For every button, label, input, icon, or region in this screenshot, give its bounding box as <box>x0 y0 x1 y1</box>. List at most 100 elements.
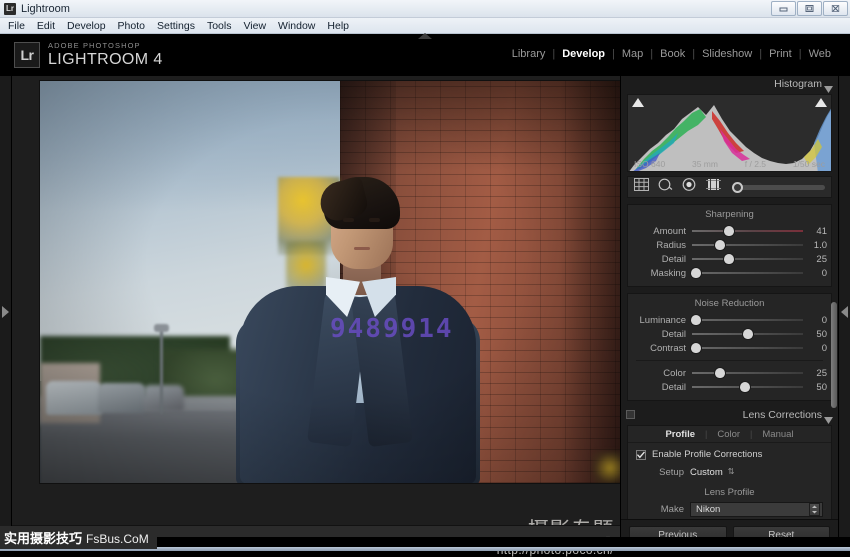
module-web[interactable]: Web <box>802 48 838 60</box>
combo-stepper-icon[interactable] <box>809 502 820 516</box>
photo-frame[interactable] <box>40 81 632 483</box>
lens-corrections-panel-header[interactable]: Lens Corrections <box>621 407 838 424</box>
slider-knob[interactable] <box>691 315 702 325</box>
right-panel-scroll-area[interactable]: Histogram ISO 640 35 mm f / 2.5 1/50 sec… <box>621 76 838 519</box>
highlight-clipping-icon[interactable] <box>815 98 827 107</box>
lens-corrections-title: Lens Corrections <box>742 409 822 421</box>
exif-aperture: f / 2.5 <box>744 159 767 169</box>
slider-knob[interactable] <box>714 368 725 378</box>
watermark-cn-text: 实用摄影技巧 <box>4 532 83 547</box>
slider-value[interactable]: 25 <box>803 254 827 265</box>
slider-luminance-contrast[interactable]: Contrast 0 <box>628 341 831 355</box>
graduated-filter-icon[interactable] <box>706 178 721 196</box>
tab-color[interactable]: Color <box>707 429 750 440</box>
image-canvas[interactable]: 9489914 poco 摄影专题 http://photo.poco.cn/ <box>12 76 632 557</box>
module-develop[interactable]: Develop <box>555 48 612 60</box>
slider-value[interactable]: 0 <box>803 268 827 279</box>
crop-overlay-icon[interactable] <box>634 178 649 196</box>
shadow-clipping-icon[interactable] <box>632 98 644 107</box>
slider-knob[interactable] <box>742 329 753 339</box>
menu-settings[interactable]: Settings <box>157 20 204 32</box>
menu-window[interactable]: Window <box>278 20 324 32</box>
slider-label: Contrast <box>650 342 686 354</box>
close-button[interactable] <box>823 1 848 16</box>
module-book[interactable]: Book <box>653 48 692 60</box>
menu-help[interactable]: Help <box>327 20 358 32</box>
setup-row[interactable]: Setup Custom ⇅ <box>628 464 831 480</box>
slider-value[interactable]: 50 <box>803 329 827 340</box>
minimize-button[interactable] <box>771 1 796 16</box>
enable-profile-checkbox[interactable] <box>636 449 646 460</box>
slider-value[interactable]: 25 <box>803 368 827 379</box>
lightroom-identity-bar: Lr ADOBE PHOTOSHOP LIGHTROOM 4 Library |… <box>0 32 850 76</box>
updown-stepper-icon[interactable]: ⇅ <box>728 468 735 476</box>
slider-knob[interactable] <box>723 226 734 236</box>
slider-value[interactable]: 1.0 <box>803 240 827 251</box>
setup-value[interactable]: Custom <box>690 467 723 478</box>
window-titlebar[interactable]: Lr Lightroom <box>0 0 850 18</box>
spot-removal-icon[interactable] <box>658 178 673 196</box>
slider-label: Masking <box>650 267 686 279</box>
menu-view[interactable]: View <box>243 20 275 32</box>
menu-edit[interactable]: Edit <box>37 20 64 32</box>
slider-knob[interactable] <box>714 240 725 250</box>
lightroom-body: 9489914 poco 摄影专题 http://photo.poco.cn/ … <box>0 76 850 557</box>
slider-label: Color <box>663 367 686 379</box>
identity-plate[interactable]: Lr ADOBE PHOTOSHOP LIGHTROOM 4 <box>14 42 163 68</box>
menu-tools[interactable]: Tools <box>207 20 241 32</box>
menu-photo[interactable]: Photo <box>118 20 154 32</box>
slider-label: Detail <box>661 381 686 393</box>
right-panel-scrollbar[interactable] <box>831 76 837 519</box>
make-value: Nikon <box>696 503 721 515</box>
module-library[interactable]: Library <box>505 48 553 60</box>
tab-profile[interactable]: Profile <box>655 429 705 440</box>
make-combobox[interactable]: Nikon <box>690 501 823 517</box>
restore-button[interactable] <box>797 1 822 16</box>
scrollbar-thumb[interactable] <box>831 302 837 408</box>
slider-label: Amount <box>653 225 686 237</box>
identity-superscript: ADOBE PHOTOSHOP <box>48 41 141 51</box>
slider-masking[interactable]: Masking 0 <box>628 266 831 280</box>
histogram-panel-header[interactable]: Histogram <box>621 76 838 93</box>
make-label: Make <box>660 503 684 515</box>
slider-knob[interactable] <box>740 382 751 392</box>
slider-knob[interactable] <box>691 268 702 278</box>
slider-color-detail[interactable]: Detail 50 <box>628 380 831 394</box>
histogram-graph[interactable]: ISO 640 35 mm f / 2.5 1/50 sec <box>627 94 832 172</box>
brush-slider-knob[interactable] <box>732 181 743 193</box>
slider-amount[interactable]: Amount 41 <box>628 224 831 238</box>
enable-profile-label: Enable Profile Corrections <box>652 449 763 460</box>
module-print[interactable]: Print <box>762 48 799 60</box>
slider-label: Detail <box>661 328 686 340</box>
slider-label: Detail <box>661 253 686 265</box>
right-panel-rail[interactable] <box>838 76 850 551</box>
module-map[interactable]: Map <box>615 48 650 60</box>
slider-luminance-detail[interactable]: Detail 50 <box>628 327 831 341</box>
red-eye-icon[interactable] <box>682 178 697 196</box>
slider-value[interactable]: 0 <box>803 343 827 354</box>
slider-color[interactable]: Color 25 <box>628 366 831 380</box>
slider-label: Luminance <box>639 314 686 326</box>
left-panel-rail[interactable] <box>0 76 12 551</box>
slider-label: Radius <box>656 239 686 251</box>
panel-toggle-switch-icon[interactable] <box>626 410 635 419</box>
show-right-panel-arrow[interactable] <box>841 305 848 323</box>
lens-make-row[interactable]: Make Nikon <box>628 501 831 517</box>
slider-knob[interactable] <box>723 254 734 264</box>
enable-profile-corrections-row[interactable]: Enable Profile Corrections <box>628 443 831 462</box>
slider-luminance[interactable]: Luminance 0 <box>628 313 831 327</box>
menu-file[interactable]: File <box>8 20 34 32</box>
slider-knob[interactable] <box>691 343 702 353</box>
slider-detail[interactable]: Detail 25 <box>628 252 831 266</box>
show-top-panel-arrow[interactable] <box>413 32 437 39</box>
show-left-panel-arrow[interactable] <box>2 305 9 323</box>
tab-manual[interactable]: Manual <box>752 429 803 440</box>
slider-radius[interactable]: Radius 1.0 <box>628 238 831 252</box>
exif-focal: 35 mm <box>691 159 718 169</box>
menu-develop[interactable]: Develop <box>67 20 115 32</box>
module-slideshow[interactable]: Slideshow <box>695 48 759 60</box>
slider-value[interactable]: 41 <box>803 226 827 237</box>
slider-value[interactable]: 50 <box>803 382 827 393</box>
slider-value[interactable]: 0 <box>803 315 827 326</box>
adjustment-brush-size-slider[interactable] <box>732 181 825 193</box>
